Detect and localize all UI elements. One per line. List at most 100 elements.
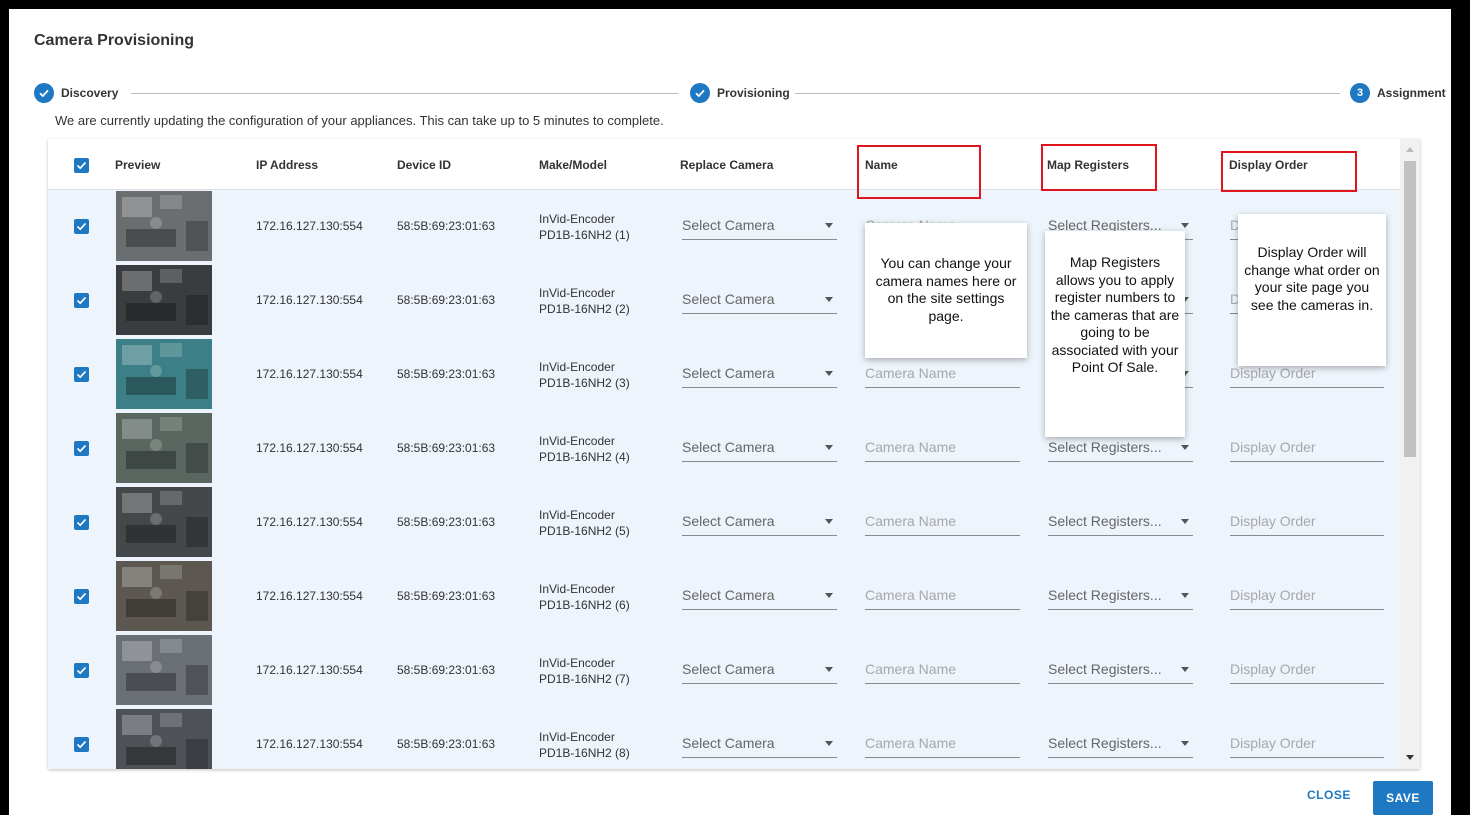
input-placeholder: Camera Name [865,365,957,381]
map-registers-select[interactable]: Select Registers... [1048,439,1193,462]
replace-camera-select[interactable]: Select Camera [682,291,837,314]
row-checkbox[interactable] [74,441,89,456]
display-order-input[interactable]: Display Order [1230,735,1384,758]
table-row: 172.16.127.130:554 58:5B:69:23:01:63 InVid… [48,559,1400,634]
select-all-checkbox[interactable] [74,158,89,173]
row-checkbox[interactable] [74,293,89,308]
chevron-down-icon [1181,519,1189,524]
dialog-title: Camera Provisioning [34,32,195,49]
step-discovery: Discovery [34,83,118,103]
camera-preview[interactable] [116,413,212,483]
save-button[interactable]: SAVE [1373,781,1433,815]
header-device[interactable]: Device ID [397,158,451,172]
select-value: Select Registers... [1048,513,1162,529]
select-value: Select Camera [682,365,775,381]
row-checkbox[interactable] [74,663,89,678]
camera-preview[interactable] [116,191,212,261]
chevron-down-icon [1181,445,1189,450]
select-value: Select Registers... [1048,661,1162,677]
display-order-input[interactable]: Display Order [1230,587,1384,610]
row-checkbox[interactable] [74,367,89,382]
replace-camera-select[interactable]: Select Camera [682,513,837,536]
step-number: 3 [1350,83,1370,103]
header-replace: Replace Camera [680,158,774,172]
map-registers-select[interactable]: Select Registers... [1048,661,1193,684]
chevron-down-icon [825,297,833,302]
map-registers-select[interactable]: Select Registers... [1048,735,1193,758]
input-placeholder: Display Order [1230,587,1316,603]
model: PD1B-16NH2 (7) [539,672,630,686]
row-checkbox[interactable] [74,515,89,530]
camera-preview-image [116,265,212,335]
camera-name-input[interactable]: Camera Name [865,365,1020,388]
camera-preview[interactable] [116,487,212,557]
make: InVid-Encoder [539,508,615,522]
header-ip[interactable]: IP Address [256,158,318,172]
camera-name-input[interactable]: Camera Name [865,661,1020,684]
header-model[interactable]: Make/Model [539,158,607,172]
camera-name-input[interactable]: Camera Name [865,735,1020,758]
make-model: InVid-Encoder PD1B-16NH2 (4) [539,433,630,465]
chevron-down-icon [1181,667,1189,672]
device-id: 58:5B:69:23:01:63 [397,293,496,307]
scroll-up-icon[interactable] [1406,147,1414,152]
select-value: Select Registers... [1048,735,1162,751]
chevron-down-icon [825,519,833,524]
ip-address: 172.16.127.130:554 [256,663,363,677]
row-checkbox[interactable] [74,589,89,604]
replace-camera-select[interactable]: Select Camera [682,735,837,758]
chevron-down-icon [1181,593,1189,598]
camera-preview[interactable] [116,635,212,705]
replace-camera-select[interactable]: Select Camera [682,661,837,684]
input-placeholder: Camera Name [865,439,957,455]
table-row: 172.16.127.130:554 58:5B:69:23:01:63 InVid… [48,189,1400,264]
model: PD1B-16NH2 (6) [539,598,630,612]
close-button[interactable]: CLOSE [1307,788,1351,802]
display-order-input[interactable]: Display Order [1230,513,1384,536]
display-order-input[interactable]: Display Order [1230,661,1384,684]
select-value: Select Registers... [1048,587,1162,603]
camera-name-input[interactable]: Camera Name [865,439,1020,462]
replace-camera-select[interactable]: Select Camera [682,217,837,240]
table-row: 172.16.127.130:554 58:5B:69:23:01:63 InVid… [48,263,1400,338]
tooltip-registers: Map Registers allows you to apply regist… [1045,231,1185,437]
scroll-down-icon[interactable] [1406,755,1414,760]
scrollbar-thumb[interactable] [1404,161,1416,457]
camera-preview[interactable] [116,561,212,631]
display-order-input[interactable]: Display Order [1230,439,1384,462]
model: PD1B-16NH2 (2) [539,302,630,316]
device-id: 58:5B:69:23:01:63 [397,589,496,603]
input-placeholder: Camera Name [865,587,957,603]
display-order-input[interactable]: Display Order [1230,365,1384,388]
step-connector [795,93,1340,94]
camera-name-input[interactable]: Camera Name [865,513,1020,536]
row-checkbox[interactable] [74,219,89,234]
vertical-scrollbar[interactable] [1400,139,1420,769]
camera-name-input[interactable]: Camera Name [865,587,1020,610]
map-registers-select[interactable]: Select Registers... [1048,587,1193,610]
replace-camera-select[interactable]: Select Camera [682,587,837,610]
make-model: InVid-Encoder PD1B-16NH2 (8) [539,729,630,761]
chevron-down-icon [825,445,833,450]
input-placeholder: Display Order [1230,735,1316,751]
camera-preview-image [116,191,212,261]
ip-address: 172.16.127.130:554 [256,367,363,381]
model: PD1B-16NH2 (3) [539,376,630,390]
ip-address: 172.16.127.130:554 [256,737,363,751]
camera-preview[interactable] [116,265,212,335]
header-preview: Preview [115,158,161,172]
row-checkbox[interactable] [74,737,89,752]
tooltip-order: Display Order will change what order on … [1238,214,1386,366]
make: InVid-Encoder [539,360,615,374]
ip-address: 172.16.127.130:554 [256,219,363,233]
highlight-name [857,145,981,199]
select-value: Select Camera [682,587,775,603]
replace-camera-select[interactable]: Select Camera [682,365,837,388]
replace-camera-select[interactable]: Select Camera [682,439,837,462]
map-registers-select[interactable]: Select Registers... [1048,513,1193,536]
make-model: InVid-Encoder PD1B-16NH2 (7) [539,655,630,687]
highlight-order [1221,151,1357,192]
camera-preview[interactable] [116,339,212,409]
camera-preview[interactable] [116,709,212,769]
input-placeholder: Display Order [1230,365,1316,381]
